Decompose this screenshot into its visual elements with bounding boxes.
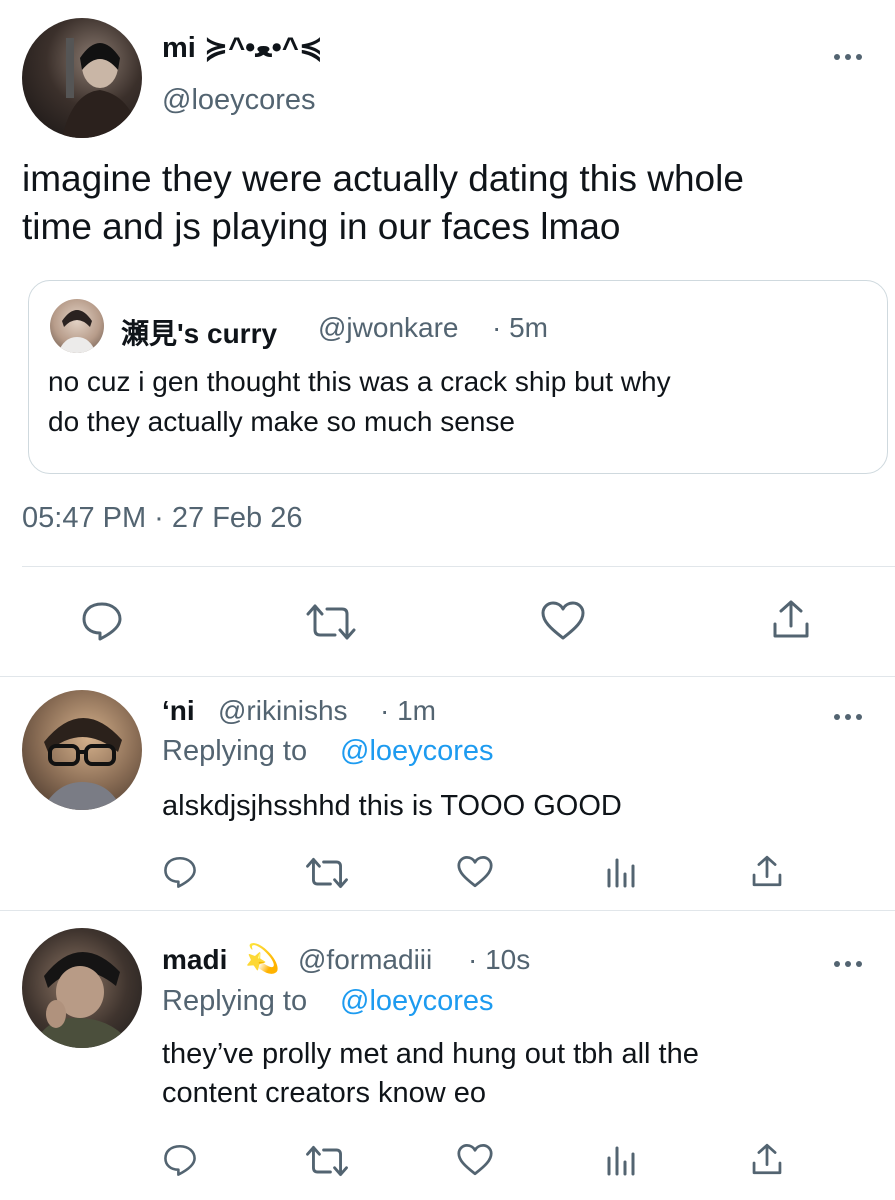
tweet-timestamp[interactable]: 05:47 PM · 27 Feb 26 bbox=[22, 502, 303, 535]
avatar[interactable] bbox=[22, 18, 142, 138]
share-icon[interactable] bbox=[750, 1142, 784, 1176]
share-icon[interactable] bbox=[770, 598, 812, 640]
replying-to-label: Replying to bbox=[162, 735, 308, 767]
quoted-time: · 5m bbox=[492, 312, 548, 343]
divider bbox=[0, 676, 895, 677]
tweet-text-line-2: time and js playing in our faces lmao bbox=[22, 206, 621, 247]
quoted-avatar[interactable] bbox=[50, 299, 104, 353]
share-icon[interactable] bbox=[750, 854, 784, 888]
more-icon[interactable] bbox=[833, 708, 863, 722]
handle[interactable]: @rikinishs bbox=[218, 695, 348, 727]
reply-icon[interactable] bbox=[80, 600, 124, 642]
views-icon[interactable] bbox=[605, 856, 637, 888]
avatar[interactable] bbox=[22, 690, 142, 810]
views-icon[interactable] bbox=[605, 1144, 637, 1176]
quoted-display-name[interactable]: 瀬見's curry bbox=[121, 312, 277, 352]
divider bbox=[0, 910, 895, 911]
display-name[interactable]: ‘ni bbox=[162, 695, 195, 727]
quoted-text-line-2: do they actually make so much sense bbox=[48, 406, 515, 437]
reply-text-line-2: content creators know eo bbox=[162, 1077, 487, 1109]
like-icon[interactable] bbox=[456, 1143, 494, 1177]
retweet-icon[interactable] bbox=[305, 856, 349, 890]
replying-to-handle[interactable]: @loeycores bbox=[340, 985, 494, 1018]
reply-icon[interactable] bbox=[162, 1143, 198, 1177]
like-icon[interactable] bbox=[456, 855, 494, 889]
reply-time: · 10s bbox=[468, 944, 531, 975]
replying-to-label: Replying to bbox=[162, 985, 308, 1017]
reply-text-line-1: alskdjsjhsshhd this is TOOO GOOD bbox=[162, 790, 622, 822]
quoted-handle[interactable]: @jwonkare bbox=[318, 312, 458, 344]
replying-to-handle[interactable]: @loeycores bbox=[340, 735, 494, 768]
more-icon[interactable] bbox=[833, 955, 863, 969]
reply-text-line-1: they’ve prolly met and hung out tbh all … bbox=[162, 1038, 699, 1070]
more-icon[interactable] bbox=[833, 48, 863, 62]
reply-icon[interactable] bbox=[162, 855, 198, 889]
star-emoji-icon: 💫 bbox=[245, 943, 280, 974]
reply-time: · 1m bbox=[380, 695, 436, 726]
avatar[interactable] bbox=[22, 928, 142, 1048]
quoted-text-line-1: no cuz i gen thought this was a crack sh… bbox=[48, 366, 671, 397]
divider bbox=[22, 566, 895, 567]
handle[interactable]: @formadiii bbox=[298, 944, 432, 976]
handle[interactable]: @loeycores bbox=[162, 84, 316, 117]
retweet-icon[interactable] bbox=[305, 1144, 349, 1178]
display-name[interactable]: mi ≽^•ﻌ•^≼ bbox=[162, 30, 323, 65]
like-icon[interactable] bbox=[540, 600, 586, 642]
tweet-text-line-1: imagine they were actually dating this w… bbox=[22, 158, 744, 199]
display-name[interactable]: madi bbox=[162, 944, 227, 976]
retweet-icon[interactable] bbox=[305, 602, 357, 642]
